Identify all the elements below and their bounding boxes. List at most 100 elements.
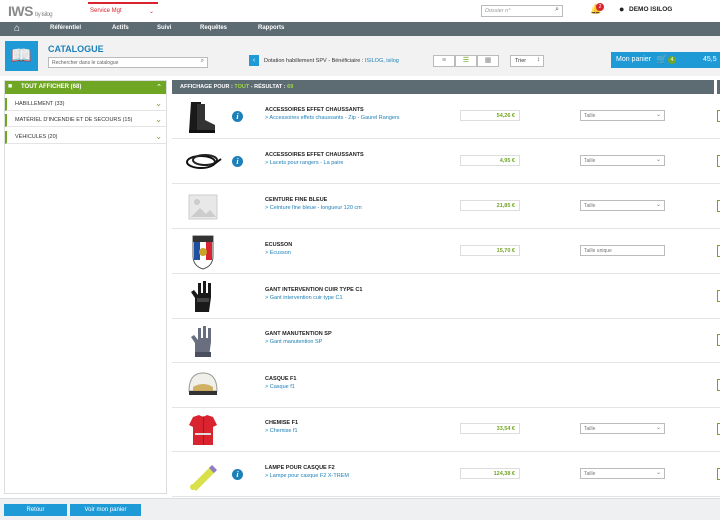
book-icon: 📖 bbox=[5, 41, 38, 71]
product-row: GANT MANUTENTION SP > Gant manutention SP bbox=[172, 319, 720, 363]
footer-bar: Retour Voir mon panier bbox=[0, 498, 720, 520]
service-selector[interactable]: Service Mgt ⌄ bbox=[88, 2, 158, 19]
product-link[interactable]: > Chemise f1 bbox=[265, 428, 298, 434]
product-thumbnail[interactable] bbox=[183, 322, 223, 360]
nav-rapports[interactable]: Rapports bbox=[258, 25, 284, 31]
product-price: 21,85 € bbox=[460, 200, 520, 211]
product-thumbnail[interactable] bbox=[183, 367, 223, 405]
chevron-down-icon[interactable]: ⌄ bbox=[155, 99, 162, 108]
sidebar-item-materiel[interactable]: MATÉRIEL D'INCENDIE ET DE SECOURS (15) ⌄ bbox=[5, 114, 166, 127]
app-logo[interactable]: IWS by isilog bbox=[8, 3, 53, 19]
dossier-search-input[interactable]: Dossier n° ⌕ bbox=[481, 5, 563, 17]
home-icon[interactable]: ⌂ bbox=[14, 23, 20, 34]
back-arrow-button[interactable]: ‹ bbox=[249, 55, 259, 66]
back-button[interactable]: Retour bbox=[4, 504, 67, 516]
size-select[interactable]: Taille ⌄ bbox=[580, 200, 665, 211]
user-icon: ● bbox=[619, 4, 625, 14]
product-row: i LAMPE POUR CASQUE F2 > Lampe pour casque… bbox=[172, 453, 720, 497]
sidebar-item-all[interactable]: ■ TOUT AFFICHER (68) ⌃ bbox=[5, 81, 166, 94]
catalogue-header: 📖 CATALOGUE Rechercher dans le catalogue… bbox=[0, 36, 720, 76]
nav-suivi[interactable]: Suivi bbox=[157, 25, 171, 31]
sidebar-item-habillement[interactable]: HABILLEMENT (33) ⌄ bbox=[5, 98, 166, 111]
nav-actifs[interactable]: Actifs bbox=[112, 25, 129, 31]
product-thumbnail[interactable] bbox=[183, 188, 223, 226]
product-row: i ACCESSOIRES EFFET CHAUSSANTS > Lacets po… bbox=[172, 140, 720, 184]
size-select[interactable]: Taille ⌄ bbox=[580, 110, 665, 121]
chevron-down-icon: ⌄ bbox=[148, 9, 154, 15]
page-title: CATALOGUE bbox=[48, 44, 104, 54]
product-row: CEINTURE FINE BLEUE > Ceinture fine bleue… bbox=[172, 185, 720, 229]
sort-select[interactable]: Trier ↕ bbox=[510, 55, 544, 67]
product-name: CEINTURE FINE BLEUE bbox=[265, 197, 328, 203]
info-icon[interactable]: i bbox=[232, 156, 243, 167]
sort-arrows-icon: ↕ bbox=[537, 57, 540, 63]
product-link[interactable]: > Lacets pour rangers - La paire bbox=[265, 160, 343, 166]
view-switcher: ≡ ☰ ▦ bbox=[433, 55, 499, 67]
product-price: 54,26 € bbox=[460, 110, 520, 121]
product-row: ECUSSON > Ecusson 15,70 € Taille unique bbox=[172, 230, 720, 274]
product-link[interactable]: > Casque f1 bbox=[265, 384, 295, 390]
search-icon[interactable]: ⌕ bbox=[201, 58, 204, 65]
product-row: CHEMISE F1 > Chemise f1 33,54 € Taille ⌄ bbox=[172, 408, 720, 452]
info-icon[interactable]: i bbox=[232, 469, 243, 480]
cart-icon: 🛒 bbox=[656, 54, 668, 64]
product-row: GANT INTERVENTION CUIR TYPE C1 > Gant int… bbox=[172, 275, 720, 319]
cart-amount: 45,5 bbox=[703, 56, 717, 63]
sidebar-item-vehicules[interactable]: VÉHICULES (20) ⌄ bbox=[5, 131, 166, 144]
product-link[interactable]: > Gant intervention cuir type C1 bbox=[265, 295, 343, 301]
view-cart-button[interactable]: Voir mon panier bbox=[70, 504, 141, 516]
nav-requetes[interactable]: Requêtes bbox=[200, 25, 227, 31]
chevron-down-icon: ⌄ bbox=[655, 425, 661, 431]
chevron-down-icon[interactable]: ⌄ bbox=[155, 132, 162, 141]
product-name: CASQUE F1 bbox=[265, 376, 297, 382]
dotation-label: Dotation habillement SPV - Bénéficiaire … bbox=[264, 58, 399, 64]
user-menu[interactable]: DEMO ISILOG bbox=[629, 6, 672, 13]
category-icon: ■ bbox=[8, 83, 13, 90]
chevron-up-icon[interactable]: ⌃ bbox=[156, 83, 162, 91]
product-name: ACCESSOIRES EFFET CHAUSSANTS bbox=[265, 107, 364, 113]
product-thumbnail[interactable] bbox=[183, 411, 223, 449]
nav-referentiel[interactable]: Référentiel bbox=[50, 25, 81, 31]
category-sidebar: ■ TOUT AFFICHER (68) ⌃ HABILLEMENT (33) … bbox=[4, 80, 167, 494]
product-link[interactable]: > Lampe pour casque F2 X-TREM bbox=[265, 473, 349, 479]
product-thumbnail[interactable] bbox=[183, 233, 223, 271]
catalogue-search-input[interactable]: Rechercher dans le catalogue ⌕ bbox=[48, 57, 208, 68]
top-bar: IWS by isilog Service Mgt ⌄ Dossier n° ⌕ … bbox=[0, 0, 720, 22]
service-label: Service Mgt bbox=[90, 8, 122, 14]
product-thumbnail[interactable] bbox=[183, 98, 223, 136]
product-name: ECUSSON bbox=[265, 242, 293, 248]
size-input[interactable]: Taille unique bbox=[580, 245, 665, 256]
product-link[interactable]: > Gant manutention SP bbox=[265, 339, 322, 345]
info-icon[interactable]: i bbox=[232, 111, 243, 122]
size-select[interactable]: Taille ⌄ bbox=[580, 468, 665, 479]
search-icon[interactable]: ⌕ bbox=[555, 6, 559, 14]
cart-button[interactable]: Mon panier 🛒 4 45,5 bbox=[611, 52, 720, 68]
product-row: i ACCESSOIRES EFFET CHAUSSANTS > Accessoir… bbox=[172, 95, 720, 139]
product-link[interactable]: > Ecusson bbox=[265, 250, 291, 256]
product-price: 15,70 € bbox=[460, 245, 520, 256]
product-name: GANT INTERVENTION CUIR TYPE C1 bbox=[265, 287, 363, 293]
notification-badge: 2 bbox=[596, 3, 604, 11]
product-thumbnail[interactable] bbox=[183, 278, 223, 316]
detailed-list-view-icon[interactable]: ☰ bbox=[455, 55, 477, 67]
product-row: CASQUE F1 > Casque f1 bbox=[172, 364, 720, 408]
chevron-down-icon: ⌄ bbox=[655, 470, 661, 476]
product-link[interactable]: > Accessoires effets chaussants - Zip - … bbox=[265, 115, 400, 121]
product-thumbnail[interactable] bbox=[183, 456, 223, 494]
product-price: 33,54 € bbox=[460, 423, 520, 434]
product-name: CHEMISE F1 bbox=[265, 420, 299, 426]
product-name: GANT MANUTENTION SP bbox=[265, 331, 332, 337]
product-link[interactable]: > Ceinture fine bleue - longueur 120 cm bbox=[265, 205, 362, 211]
cart-count-badge: 4 bbox=[668, 56, 676, 64]
size-select[interactable]: Taille ⌄ bbox=[580, 423, 665, 434]
chevron-down-icon: ⌄ bbox=[655, 157, 661, 163]
chevron-down-icon[interactable]: ⌄ bbox=[155, 115, 162, 124]
grid-view-icon[interactable]: ▦ bbox=[477, 55, 499, 67]
product-name: ACCESSOIRES EFFET CHAUSSANTS bbox=[265, 152, 364, 158]
compact-list-view-icon[interactable]: ≡ bbox=[433, 55, 455, 67]
product-thumbnail[interactable] bbox=[183, 143, 223, 181]
main-nav: ⌂ Référentiel Actifs Suivi Requêtes Rapp… bbox=[0, 22, 720, 36]
result-bar: AFFICHAGE POUR : TOUT - RÉSULTAT : 69 bbox=[172, 80, 720, 94]
product-list: AFFICHAGE POUR : TOUT - RÉSULTAT : 69 i A… bbox=[172, 80, 720, 497]
size-select[interactable]: Taille ⌄ bbox=[580, 155, 665, 166]
